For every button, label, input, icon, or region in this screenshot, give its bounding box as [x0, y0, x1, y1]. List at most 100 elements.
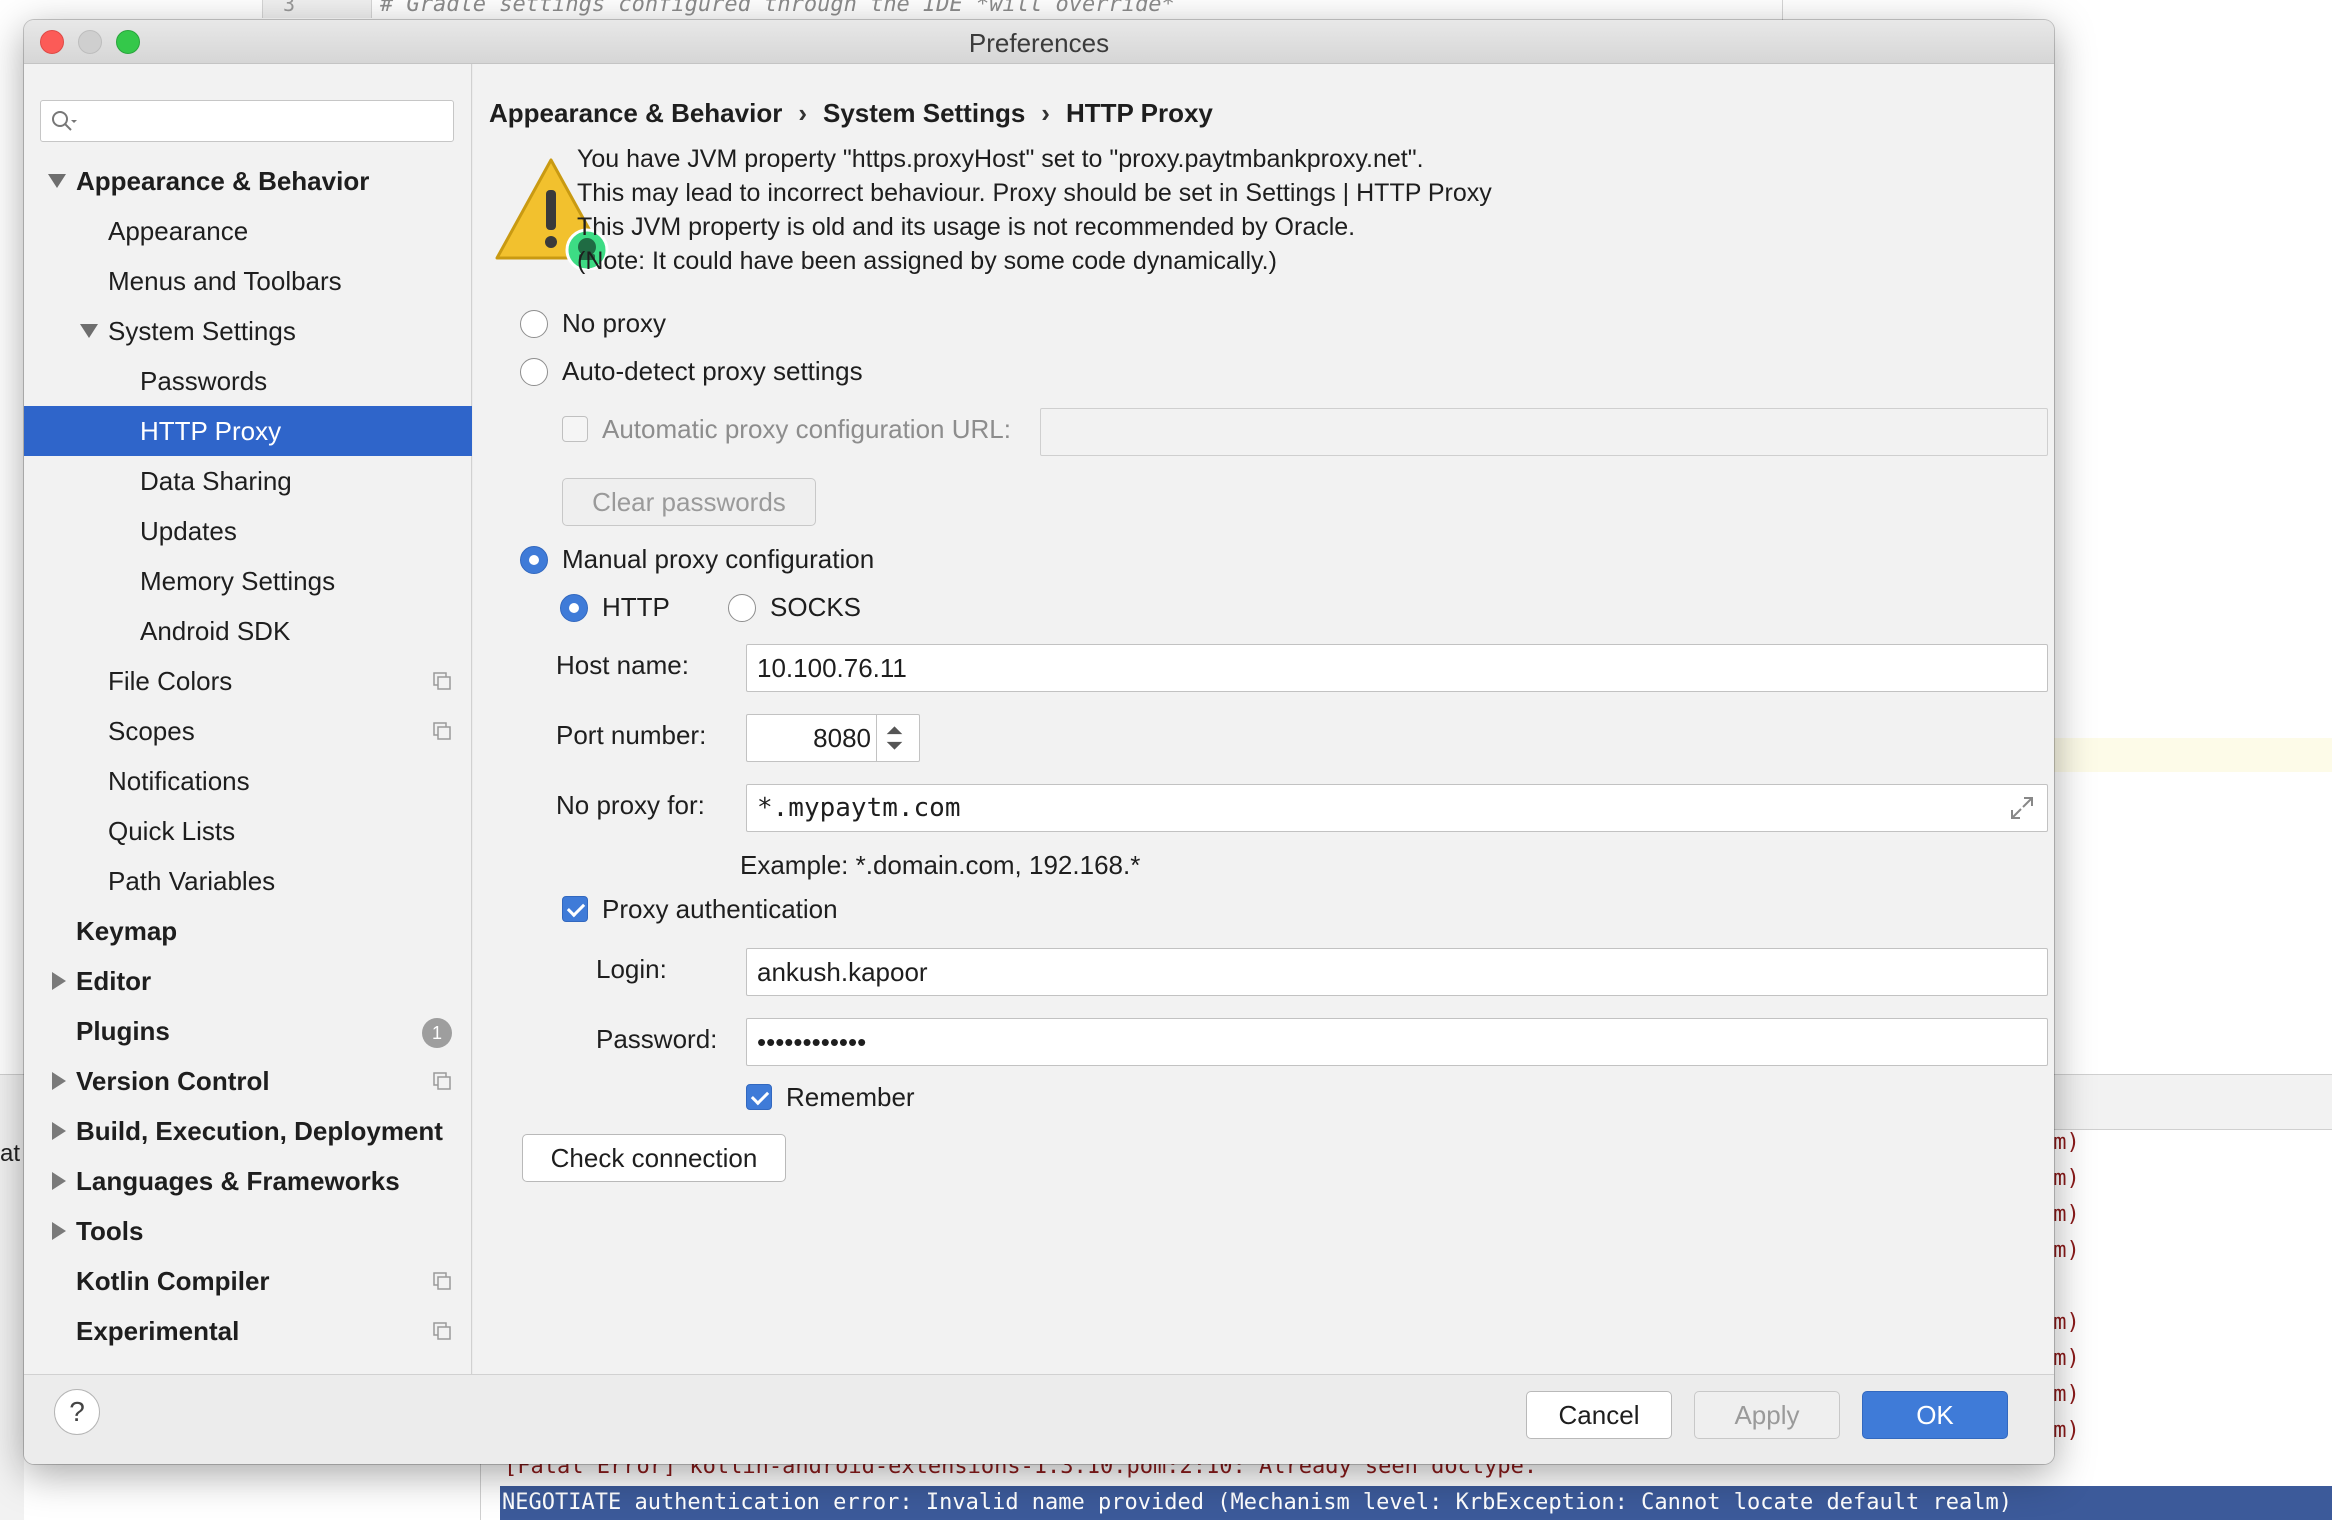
sidebar-item-appearance[interactable]: Appearance [24, 206, 472, 256]
settings-search-input[interactable] [40, 100, 454, 142]
no-proxy-for-label: No proxy for: [556, 790, 705, 820]
sidebar-item-data-sharing[interactable]: Data Sharing [24, 456, 472, 506]
expanded-arrow-icon[interactable] [48, 174, 66, 188]
breadcrumb-separator: › [1041, 98, 1050, 128]
console-selected-text: NEGOTIATE authentication error: Invalid … [502, 1490, 2012, 1515]
port-number-label: Port number: [556, 720, 707, 750]
auto-config-url-input[interactable] [1040, 408, 2048, 456]
ide-highlight-line [2054, 738, 2332, 772]
window-title: Preferences [968, 28, 1110, 58]
auto-config-url-checkbox[interactable] [562, 416, 588, 442]
no-proxy-label[interactable]: No proxy [562, 308, 666, 339]
sidebar-item-android-sdk[interactable]: Android SDK [24, 606, 472, 656]
cancel-button[interactable]: Cancel [1526, 1391, 1672, 1439]
sidebar-item-menus-and-toolbars[interactable]: Menus and Toolbars [24, 256, 472, 306]
ide-left-text: at [0, 1140, 21, 1167]
expand-icon[interactable] [2009, 795, 2035, 821]
sidebar-item-memory-settings[interactable]: Memory Settings [24, 556, 472, 606]
sidebar-item-editor[interactable]: Editor [24, 956, 472, 1006]
sidebar-item-kotlin-compiler[interactable]: Kotlin Compiler [24, 1256, 472, 1306]
sidebar-item-scopes[interactable]: Scopes [24, 706, 472, 756]
proxy-authentication-checkbox[interactable] [562, 896, 588, 922]
sidebar-item-system-settings[interactable]: System Settings [24, 306, 472, 356]
collapsed-arrow-icon[interactable] [52, 1172, 66, 1190]
sidebar-item-label: Keymap [76, 916, 178, 946]
sidebar-item-build-execution-deployment[interactable]: Build, Execution, Deployment [24, 1106, 472, 1156]
manual-proxy-label[interactable]: Manual proxy configuration [562, 544, 874, 575]
sidebar-item-passwords[interactable]: Passwords [24, 356, 472, 406]
breadcrumb-item: System Settings [823, 98, 1026, 128]
ide-divider [1782, 0, 1783, 20]
project-level-icon [433, 1322, 451, 1340]
sidebar-item-languages-frameworks[interactable]: Languages & Frameworks [24, 1156, 472, 1206]
proxy-authentication-label[interactable]: Proxy authentication [602, 894, 838, 925]
apply-button[interactable]: Apply [1694, 1391, 1840, 1439]
sidebar-item-notifications[interactable]: Notifications [24, 756, 472, 806]
http-radio[interactable] [560, 594, 588, 622]
expanded-arrow-icon[interactable] [80, 324, 98, 338]
sidebar-item-quick-lists[interactable]: Quick Lists [24, 806, 472, 856]
host-name-label: Host name: [556, 650, 689, 680]
no-proxy-radio[interactable] [520, 310, 548, 338]
sidebar-item-label: Memory Settings [140, 566, 336, 596]
http-label[interactable]: HTTP [602, 592, 670, 623]
settings-sidebar: Appearance & Behavior Appearance Menus and… [24, 64, 472, 1374]
http-proxy-panel: Appearance & Behavior › System Settings › HT… [473, 64, 2054, 1374]
sidebar-item-label: System Settings [108, 316, 296, 346]
sidebar-item-tools[interactable]: Tools [24, 1206, 472, 1256]
no-proxy-for-input[interactable]: *.mypaytm.com [746, 784, 2048, 832]
sidebar-item-plugins[interactable]: Plugins 1 [24, 1006, 472, 1056]
breadcrumb: Appearance & Behavior › System Settings › HT… [489, 98, 1213, 129]
auto-config-url-label: Automatic proxy configuration URL: [602, 414, 1011, 444]
remember-checkbox[interactable] [746, 1084, 772, 1110]
preferences-dialog: Preferences Appearance & Behavior Appeara… [24, 20, 2054, 1464]
password-input[interactable]: •••••••••••• [746, 1018, 2048, 1066]
warning-line: This JVM property is old and its usage i… [577, 213, 1356, 241]
ok-button[interactable]: OK [1862, 1391, 2008, 1439]
project-level-icon [433, 1272, 451, 1290]
sidebar-item-label: Menus and Toolbars [108, 266, 342, 296]
sidebar-item-http-proxy[interactable]: HTTP Proxy [24, 406, 472, 456]
sidebar-item-appearance-behavior[interactable]: Appearance & Behavior [24, 156, 472, 206]
sidebar-item-label: Plugins [76, 1016, 170, 1046]
collapsed-arrow-icon[interactable] [52, 1222, 66, 1240]
port-number-value: 8080 [813, 723, 871, 753]
login-input[interactable]: ankush.kapoor [746, 948, 2048, 996]
socks-label[interactable]: SOCKS [770, 592, 861, 623]
collapsed-arrow-icon[interactable] [52, 1122, 66, 1140]
console-selected-line[interactable]: NEGOTIATE authentication error: Invalid … [500, 1486, 2332, 1520]
collapsed-arrow-icon[interactable] [52, 1072, 66, 1090]
search-icon [52, 111, 77, 131]
sidebar-item-label: Version Control [76, 1066, 270, 1096]
host-name-input[interactable]: 10.100.76.11 [746, 644, 2048, 692]
sidebar-item-version-control[interactable]: Version Control [24, 1056, 472, 1106]
sidebar-item-file-colors[interactable]: File Colors [24, 656, 472, 706]
auto-detect-label[interactable]: Auto-detect proxy settings [562, 356, 863, 387]
sidebar-item-label: Kotlin Compiler [76, 1266, 270, 1296]
clear-passwords-button[interactable]: Clear passwords [562, 478, 816, 526]
no-proxy-for-value: *.mypaytm.com [757, 793, 961, 823]
sidebar-item-label: Quick Lists [108, 816, 236, 846]
sidebar-item-label: Path Variables [108, 866, 276, 896]
help-button[interactable]: ? [54, 1389, 100, 1435]
collapsed-arrow-icon[interactable] [52, 972, 66, 990]
sidebar-item-label: Appearance [108, 216, 249, 246]
sidebar-item-label: Editor [76, 966, 152, 996]
sidebar-item-experimental[interactable]: Experimental [24, 1306, 472, 1356]
manual-proxy-radio[interactable] [520, 546, 548, 574]
auto-detect-radio[interactable] [520, 358, 548, 386]
sidebar-item-path-variables[interactable]: Path Variables [24, 856, 472, 906]
dialog-footer: ? Cancel Apply OK [24, 1374, 2054, 1464]
port-stepper-arrows-icon[interactable] [876, 714, 912, 762]
check-connection-button[interactable]: Check connection [522, 1134, 786, 1182]
socks-radio[interactable] [728, 594, 756, 622]
sidebar-item-updates[interactable]: Updates [24, 506, 472, 556]
password-label: Password: [596, 1024, 718, 1054]
ide-code-line: # Gradle settings configured through the… [380, 0, 1175, 17]
sidebar-item-keymap[interactable]: Keymap [24, 906, 472, 956]
sidebar-item-label: Build, Execution, Deployment [76, 1116, 443, 1146]
sidebar-item-label: Appearance & Behavior [76, 166, 370, 196]
remember-label[interactable]: Remember [786, 1082, 915, 1113]
sidebar-item-label: Data Sharing [140, 466, 292, 496]
jvm-proxy-warning: You have JVM property "https.proxyHost" … [577, 142, 1492, 278]
